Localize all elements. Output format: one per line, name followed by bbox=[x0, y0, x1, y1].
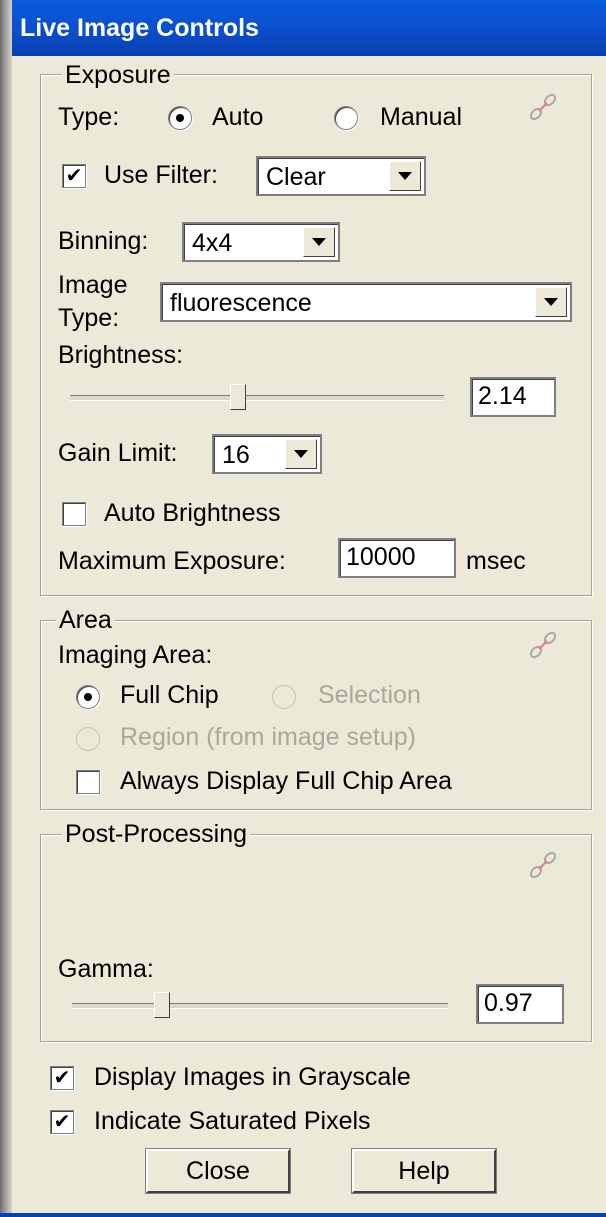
auto-brightness-label[interactable]: Auto Brightness bbox=[104, 498, 281, 528]
gamma-input[interactable]: 0.97 bbox=[476, 984, 564, 1024]
area-legend: Area bbox=[56, 606, 115, 634]
binning-label: Binning: bbox=[58, 227, 149, 255]
type-label: Type: bbox=[58, 103, 120, 131]
gamma-slider-track[interactable] bbox=[72, 1003, 448, 1009]
imaging-area-label: Imaging Area: bbox=[58, 641, 213, 669]
auto-brightness-checkbox[interactable] bbox=[62, 502, 86, 526]
saturated-pixels-label[interactable]: Indicate Saturated Pixels bbox=[94, 1106, 371, 1136]
grayscale-label[interactable]: Display Images in Grayscale bbox=[94, 1062, 411, 1092]
max-exposure-unit: msec bbox=[466, 547, 526, 575]
image-type-select[interactable]: fluorescence bbox=[160, 282, 572, 322]
gamma-label: Gamma: bbox=[58, 955, 154, 983]
selection-label[interactable]: Selection bbox=[318, 680, 421, 710]
type-manual-radio[interactable] bbox=[334, 106, 358, 130]
grayscale-checkbox[interactable]: ✔ bbox=[50, 1066, 74, 1090]
gamma-slider-thumb[interactable] bbox=[154, 992, 170, 1018]
brightness-slider-thumb[interactable] bbox=[230, 384, 246, 410]
chevron-down-icon[interactable] bbox=[303, 227, 335, 257]
brightness-input[interactable]: 2.14 bbox=[470, 377, 556, 417]
binning-select-value: 4x4 bbox=[192, 229, 233, 257]
link-icon[interactable] bbox=[526, 848, 560, 882]
image-type-label-line2: Type: bbox=[58, 304, 120, 332]
exposure-legend: Exposure bbox=[62, 61, 174, 89]
gain-limit-select[interactable]: 16 bbox=[212, 434, 322, 474]
full-chip-label[interactable]: Full Chip bbox=[120, 680, 219, 710]
type-manual-label[interactable]: Manual bbox=[380, 102, 462, 132]
max-exposure-input[interactable]: 10000 bbox=[338, 538, 456, 578]
brightness-slider-track[interactable] bbox=[70, 395, 444, 401]
gain-limit-label: Gain Limit: bbox=[58, 439, 178, 467]
link-icon[interactable] bbox=[526, 90, 560, 124]
max-exposure-label: Maximum Exposure: bbox=[58, 547, 286, 575]
window-bottom-border bbox=[0, 1213, 606, 1217]
chevron-down-icon[interactable] bbox=[389, 161, 421, 191]
type-auto-radio[interactable] bbox=[168, 106, 192, 130]
help-button[interactable]: Help bbox=[351, 1148, 497, 1194]
region-label[interactable]: Region (from image setup) bbox=[120, 722, 416, 752]
post-processing-legend: Post-Processing bbox=[62, 820, 251, 848]
filter-select-value: Clear bbox=[266, 163, 326, 191]
use-filter-checkbox[interactable]: ✔ bbox=[62, 164, 86, 188]
gain-limit-select-value: 16 bbox=[222, 441, 250, 469]
image-type-select-value: fluorescence bbox=[170, 289, 312, 317]
chevron-down-icon[interactable] bbox=[535, 287, 567, 317]
region-radio[interactable] bbox=[76, 727, 100, 751]
chevron-down-icon[interactable] bbox=[285, 439, 317, 469]
selection-radio[interactable] bbox=[272, 685, 296, 709]
brightness-label: Brightness: bbox=[58, 341, 184, 369]
binning-select[interactable]: 4x4 bbox=[182, 222, 340, 262]
use-filter-label[interactable]: Use Filter: bbox=[104, 160, 218, 190]
link-icon[interactable] bbox=[526, 628, 560, 662]
close-button[interactable]: Close bbox=[145, 1148, 291, 1194]
title-bar[interactable]: Live Image Controls bbox=[12, 0, 606, 56]
full-chip-radio[interactable] bbox=[76, 685, 100, 709]
filter-select[interactable]: Clear bbox=[256, 156, 426, 196]
window-title: Live Image Controls bbox=[20, 14, 259, 42]
saturated-pixels-checkbox[interactable]: ✔ bbox=[50, 1110, 74, 1134]
image-type-label-line1: Image bbox=[58, 271, 128, 299]
background-window-edge bbox=[0, 0, 12, 1217]
always-display-checkbox[interactable] bbox=[76, 770, 100, 794]
type-auto-label[interactable]: Auto bbox=[212, 102, 263, 132]
always-display-label[interactable]: Always Display Full Chip Area bbox=[120, 766, 452, 796]
